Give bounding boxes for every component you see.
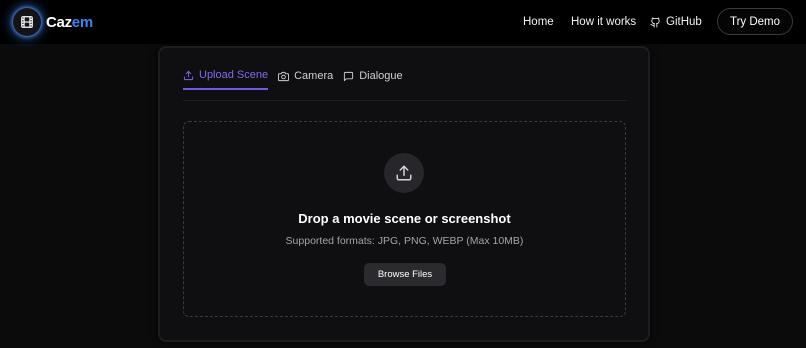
upload-icon [183, 70, 194, 80]
tab-bar: Upload Scene Camera Dialogue [183, 62, 413, 90]
tab-divider [183, 100, 627, 101]
dropzone-title: Drop a movie scene or screenshot [298, 211, 511, 226]
camera-icon [278, 71, 290, 81]
browse-files-button[interactable]: Browse Files [364, 263, 446, 286]
top-navbar: Cazem Home How it works GitHub Try Demo [0, 0, 806, 44]
nav-link-how-it-works[interactable]: How it works [571, 0, 636, 44]
tab-upload-scene-label: Upload Scene [199, 69, 269, 81]
brand-name-part2: em [71, 13, 93, 31]
brand-logo[interactable]: Cazem [13, 8, 93, 36]
github-icon [650, 16, 660, 28]
tab-dialogue[interactable]: Dialogue [343, 62, 403, 90]
upload-panel: Upload Scene Camera Dialogue Drop a movi… [158, 46, 650, 342]
nav-link-github[interactable]: GitHub [650, 0, 702, 44]
film-icon [13, 8, 41, 36]
file-dropzone[interactable]: Drop a movie scene or screenshot Support… [183, 121, 626, 317]
nav-link-github-label: GitHub [666, 16, 702, 28]
message-square-icon [344, 71, 354, 81]
tab-camera-label: Camera [294, 70, 334, 82]
dropzone-upload-icon-circle [384, 153, 424, 193]
dropzone-subtitle: Supported formats: JPG, PNG, WEBP (Max 1… [285, 235, 524, 247]
nav-link-home[interactable]: Home [523, 0, 554, 44]
tab-dialogue-label: Dialogue [359, 70, 403, 82]
brand-name-part1: Caz [46, 13, 72, 31]
tab-camera[interactable]: Camera [278, 62, 333, 90]
upload-icon [396, 165, 412, 181]
tab-upload-scene[interactable]: Upload Scene [183, 62, 269, 90]
brand-name: Cazem [46, 14, 93, 31]
try-demo-button[interactable]: Try Demo [717, 8, 793, 35]
